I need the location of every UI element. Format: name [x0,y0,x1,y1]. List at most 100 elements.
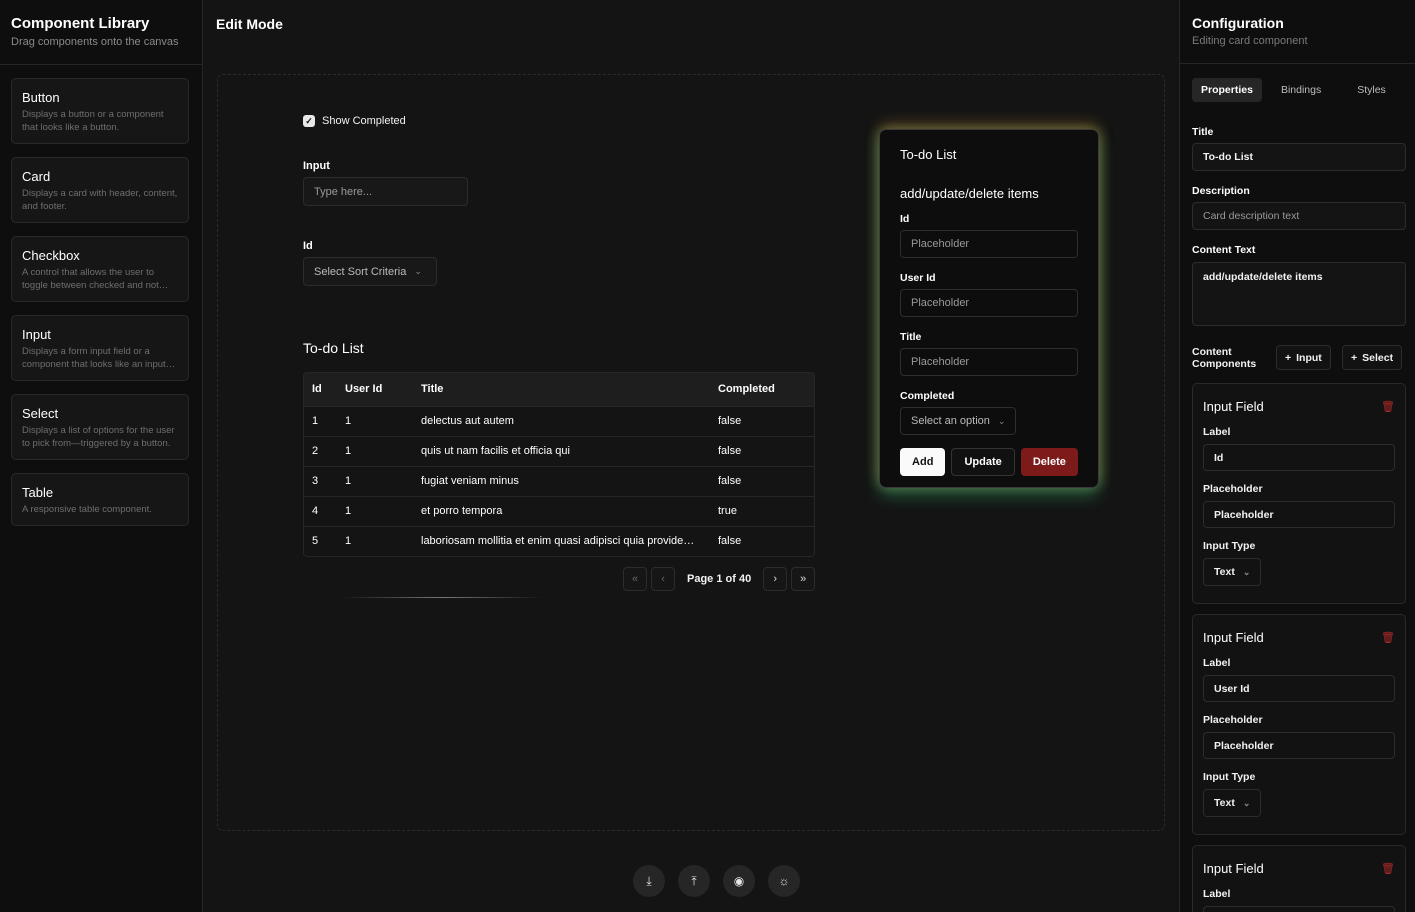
input-field-config: Input Field 🗑 Label [1192,845,1406,912]
prev-page-icon[interactable]: ‹ [651,567,675,591]
field-type-select[interactable]: Text ⌄ [1203,558,1262,586]
trash-icon[interactable]: 🗑 [1381,400,1395,413]
content-text-area[interactable]: add/update/delete items [1192,262,1406,326]
cell-completed: false [710,465,814,496]
title-input[interactable]: To-do List [1192,143,1406,171]
component-item-input[interactable]: Input Displays a form input field or a c… [11,315,189,381]
column-header-title[interactable]: Title [413,373,710,406]
card-id-input[interactable]: Placeholder [900,230,1078,258]
table-row[interactable]: 1 1 delectus aut autem false [304,405,814,436]
tab-properties[interactable]: Properties [1192,78,1262,102]
table-row[interactable]: 3 1 fugiat veniam minus false [304,465,814,496]
cell-title: et porro tempora [413,495,710,526]
component-item-button[interactable]: Button Displays a button or a component … [11,78,189,144]
cell-id: 1 [304,405,337,436]
component-item-desc: A control that allows the user to toggle… [22,267,169,291]
cell-user-id: 1 [337,435,413,466]
sort-criteria-select[interactable]: Select Sort Criteria ⌄ [303,257,437,286]
add-button[interactable]: Add [900,448,946,476]
tab-styles[interactable]: Styles [1348,78,1395,102]
component-item-title: Select [22,406,59,421]
column-header-user-id[interactable]: User Id [337,373,413,406]
component-item-title: Button [22,90,60,105]
add-select-button[interactable]: + Select [1342,345,1403,370]
field-placeholder-input[interactable]: Placeholder [1203,732,1395,759]
column-header-completed[interactable]: Completed [710,373,814,406]
eye-icon[interactable]: ◉ [723,865,755,897]
download-icon[interactable]: ⤓ [633,865,665,897]
component-item-title: Table [22,485,54,500]
field-label-label: Label [1203,657,1231,669]
component-item-desc: Displays a form input field or a compone… [22,346,176,370]
table-row[interactable]: 4 1 et porro tempora true [304,495,814,526]
sidebar-subtitle: Drag components onto the canvas [11,36,179,48]
tab-bindings[interactable]: Bindings [1272,78,1330,102]
app: Component Library Drag components onto t… [0,0,1415,912]
table-row[interactable]: 5 1 laboriosam mollitia et enim quasi ad… [304,525,814,556]
column-header-id[interactable]: Id [304,373,337,406]
editor-area: Edit Mode ✓ Show Completed Input Type he… [203,0,1179,912]
field-placeholder-label: Placeholder [1203,483,1263,495]
trash-icon[interactable]: 🗑 [1381,631,1395,644]
field-config-title: Input Field [1203,861,1264,876]
description-input[interactable]: Card description text [1192,202,1406,230]
field-label-input[interactable]: User Id [1203,675,1395,702]
field-placeholder-input[interactable]: Placeholder [1203,501,1395,528]
component-item-desc: Displays a button or a component that lo… [22,109,164,133]
cell-completed: false [710,435,814,466]
config-tabs: Properties Bindings Styles [1192,78,1406,106]
delete-button[interactable]: Delete [1020,448,1078,476]
text-input[interactable]: Type here... [303,177,468,206]
field-type-select[interactable]: Text ⌄ [1203,789,1262,817]
component-library-sidebar: Component Library Drag components onto t… [0,0,203,912]
trash-icon[interactable]: 🗑 [1381,862,1395,875]
card-field-label: Title [900,331,922,343]
pagination: « ‹ Page 1 of 40 › » [623,567,816,591]
component-item-card[interactable]: Card Displays a card with header, conten… [11,157,189,223]
last-page-icon[interactable]: » [791,567,816,591]
configuration-panel: Configuration Editing card component Pro… [1179,0,1415,912]
next-page-icon[interactable]: › [763,567,788,591]
cell-id: 5 [304,525,337,556]
component-item-select[interactable]: Select Displays a list of options for th… [11,394,189,460]
card-title-input[interactable]: Placeholder [900,348,1078,376]
sun-icon[interactable]: ☼ [768,865,800,897]
field-label-input[interactable] [1203,906,1395,912]
input-field-config: Input Field 🗑 Label User Id Placeholder … [1192,614,1406,835]
field-label-label: Label [1203,426,1231,438]
input-field-config: Input Field 🗑 Label Id Placeholder Place… [1192,383,1406,604]
chevron-down-icon: ⌄ [997,415,1006,426]
config-title: Configuration [1192,15,1284,31]
component-item-desc: A responsive table component. [22,504,152,515]
add-input-label: Input [1296,351,1322,364]
cell-title: quis ut nam facilis et officia qui [413,435,710,466]
add-input-button[interactable]: + Input [1276,345,1331,370]
component-item-desc: Displays a card with header, content, an… [22,188,178,212]
field-label-input[interactable]: Id [1203,444,1395,471]
upload-icon[interactable]: ⤒ [678,865,710,897]
chevron-down-icon: ⌄ [1242,566,1251,577]
config-subtitle: Editing card component [1192,35,1308,47]
title-label: Title [1192,126,1214,138]
show-completed-checkbox[interactable]: ✓ Show Completed [303,115,406,127]
component-item-title: Input [22,327,51,342]
card-completed-select[interactable]: Select an option ⌄ [900,407,1017,435]
component-item-desc: Displays a list of options for the user … [22,425,175,449]
field-type-value: Text [1214,566,1235,578]
component-item-table[interactable]: Table A responsive table component. [11,473,189,526]
cell-title: laboriosam mollitia et enim quasi adipis… [413,525,710,556]
cell-user-id: 1 [337,495,413,526]
component-item-title: Card [22,169,51,184]
update-button[interactable]: Update [951,448,1015,476]
component-list: Button Displays a button or a component … [0,65,202,526]
first-page-icon[interactable]: « [623,567,647,591]
cell-id: 2 [304,435,337,466]
component-item-checkbox[interactable]: Checkbox A control that allows the user … [11,236,189,302]
card-field-label: Id [900,213,910,225]
card-user-id-input[interactable]: Placeholder [900,289,1078,317]
add-select-label: Select [1362,351,1394,364]
selected-card-component[interactable]: To-do List add/update/delete items Id Pl… [879,129,1099,488]
id-label: Id [303,240,313,252]
table-row[interactable]: 2 1 quis ut nam facilis et officia qui f… [304,435,814,466]
chevron-down-icon: ⌄ [414,266,422,276]
